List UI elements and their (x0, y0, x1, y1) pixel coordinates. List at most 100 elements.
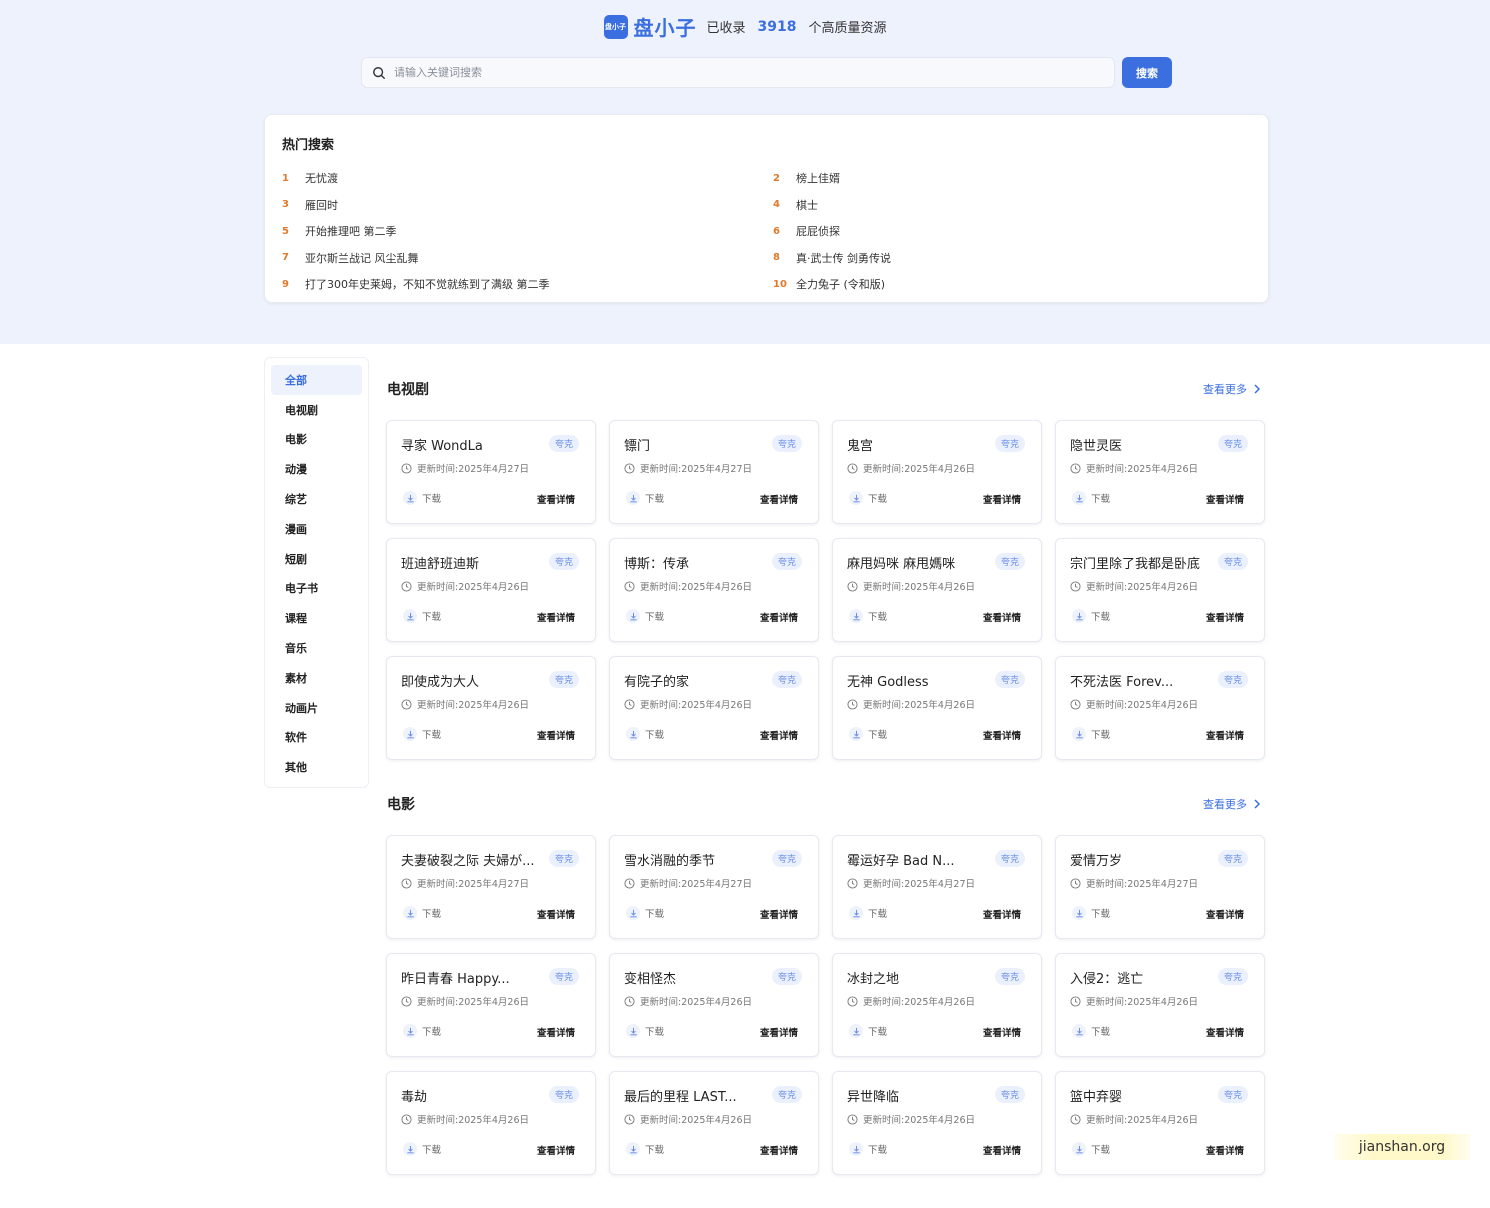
card-title[interactable]: 雪水消融的季节 (624, 850, 715, 869)
card-title[interactable]: 最后的里程 LAST... (624, 1086, 737, 1105)
resource-card[interactable]: 变相怪杰 夸克 更新时间: 2025年4月26日 下载 查看详情 (609, 953, 819, 1057)
hot-search-text[interactable]: 棋士 (796, 197, 818, 213)
card-title[interactable]: 即使成为大人 (401, 671, 479, 690)
search-button[interactable]: 搜索 (1122, 57, 1172, 88)
view-details-button[interactable]: 查看详情 (1206, 610, 1244, 624)
download-button[interactable]: 下载 (849, 609, 887, 623)
hot-search-item[interactable]: 1 无忧渡 (282, 165, 550, 192)
brand-name[interactable]: 盘小子 (634, 12, 697, 41)
hot-search-text[interactable]: 屁屁侦探 (796, 223, 840, 239)
resource-card[interactable]: 寻家 WondLa 夸克 更新时间: 2025年4月27日 下载 查看详情 (386, 420, 596, 524)
download-button[interactable]: 下载 (1072, 906, 1110, 920)
view-details-button[interactable]: 查看详情 (537, 492, 575, 506)
search-input[interactable] (394, 66, 1074, 79)
card-title[interactable]: 博斯：传承 (624, 553, 689, 572)
download-button[interactable]: 下载 (403, 906, 441, 920)
card-title[interactable]: 篮中弃婴 (1070, 1086, 1122, 1105)
download-button[interactable]: 下载 (626, 1142, 664, 1156)
hot-search-text[interactable]: 无忧渡 (305, 170, 338, 186)
view-details-button[interactable]: 查看详情 (760, 1025, 798, 1039)
sidebar-item[interactable]: 电子书 (271, 574, 362, 604)
brand-logo-icon[interactable]: 盘小子 (603, 14, 628, 39)
resource-card[interactable]: 冰封之地 夸克 更新时间: 2025年4月26日 下载 查看详情 (832, 953, 1042, 1057)
hot-search-text[interactable]: 开始推理吧 第二季 (305, 223, 397, 239)
sidebar-item[interactable]: 全部 (271, 365, 362, 395)
resource-card[interactable]: 不死法医 Forev... 夸克 更新时间: 2025年4月26日 下载 查看详情 (1055, 656, 1265, 760)
download-button[interactable]: 下载 (626, 727, 664, 741)
download-button[interactable]: 下载 (626, 1024, 664, 1038)
card-title[interactable]: 无神 Godless (847, 671, 929, 690)
card-title[interactable]: 爱情万岁 (1070, 850, 1122, 869)
download-button[interactable]: 下载 (403, 1142, 441, 1156)
hot-search-item[interactable]: 8 真·武士传 剑勇传说 (773, 245, 891, 272)
view-details-button[interactable]: 查看详情 (1206, 492, 1244, 506)
card-title[interactable]: 镖门 (624, 435, 650, 454)
view-details-button[interactable]: 查看详情 (1206, 1025, 1244, 1039)
hot-search-text[interactable]: 亚尔斯兰战记 风尘乱舞 (305, 250, 419, 266)
card-title[interactable]: 麻甩妈咪 麻甩媽咪 (847, 553, 955, 572)
card-title[interactable]: 夫妻破裂之际 夫婦が... (401, 850, 535, 869)
sidebar-item[interactable]: 课程 (271, 603, 362, 633)
download-button[interactable]: 下载 (1072, 1142, 1110, 1156)
resource-card[interactable]: 即使成为大人 夸克 更新时间: 2025年4月26日 下载 查看详情 (386, 656, 596, 760)
resource-card[interactable]: 霉运好孕 Bad N... 夸克 更新时间: 2025年4月27日 下载 查看详情 (832, 835, 1042, 939)
hot-search-item[interactable]: 6 屁屁侦探 (773, 218, 891, 245)
sidebar-item[interactable]: 软件 (271, 723, 362, 753)
sidebar-item[interactable]: 音乐 (271, 633, 362, 663)
hot-search-item[interactable]: 10 全力兔子 (令和版) (773, 271, 891, 298)
download-button[interactable]: 下载 (849, 906, 887, 920)
download-button[interactable]: 下载 (403, 491, 441, 505)
resource-card[interactable]: 班迪舒班迪斯 夸克 更新时间: 2025年4月26日 下载 查看详情 (386, 538, 596, 642)
card-title[interactable]: 毒劫 (401, 1086, 427, 1105)
view-more-movie-link[interactable]: 查看更多 (1203, 796, 1261, 812)
download-button[interactable]: 下载 (626, 491, 664, 505)
view-details-button[interactable]: 查看详情 (983, 1025, 1021, 1039)
view-details-button[interactable]: 查看详情 (537, 1143, 575, 1157)
hot-search-item[interactable]: 5 开始推理吧 第二季 (282, 218, 550, 245)
card-title[interactable]: 异世降临 (847, 1086, 899, 1105)
resource-card[interactable]: 夫妻破裂之际 夫婦が... 夸克 更新时间: 2025年4月27日 下载 查看详情 (386, 835, 596, 939)
hot-search-text[interactable]: 真·武士传 剑勇传说 (796, 250, 891, 266)
download-button[interactable]: 下载 (849, 491, 887, 505)
sidebar-item[interactable]: 综艺 (271, 484, 362, 514)
card-title[interactable]: 寻家 WondLa (401, 435, 483, 454)
view-details-button[interactable]: 查看详情 (983, 728, 1021, 742)
download-button[interactable]: 下载 (849, 1024, 887, 1038)
resource-card[interactable]: 篮中弃婴 夸克 更新时间: 2025年4月26日 下载 查看详情 (1055, 1071, 1265, 1175)
resource-card[interactable]: 毒劫 夸克 更新时间: 2025年4月26日 下载 查看详情 (386, 1071, 596, 1175)
download-button[interactable]: 下载 (849, 1142, 887, 1156)
view-details-button[interactable]: 查看详情 (760, 492, 798, 506)
sidebar-item[interactable]: 电视剧 (271, 395, 362, 425)
card-title[interactable]: 不死法医 Forev... (1070, 671, 1173, 690)
card-title[interactable]: 宗门里除了我都是卧底 (1070, 553, 1200, 572)
card-title[interactable]: 鬼宫 (847, 435, 873, 454)
hot-search-text[interactable]: 打了300年史莱姆，不知不觉就练到了满级 第二季 (305, 276, 550, 292)
hot-search-item[interactable]: 7 亚尔斯兰战记 风尘乱舞 (282, 245, 550, 272)
sidebar-item[interactable]: 短剧 (271, 544, 362, 574)
download-button[interactable]: 下载 (626, 609, 664, 623)
card-title[interactable]: 昨日青春 Happy... (401, 968, 510, 987)
resource-card[interactable]: 雪水消融的季节 夸克 更新时间: 2025年4月27日 下载 查看详情 (609, 835, 819, 939)
hot-search-item[interactable]: 9 打了300年史莱姆，不知不觉就练到了满级 第二季 (282, 271, 550, 298)
sidebar-item[interactable]: 动画片 (271, 693, 362, 723)
download-button[interactable]: 下载 (626, 906, 664, 920)
hot-search-text[interactable]: 全力兔子 (令和版) (796, 276, 885, 292)
card-title[interactable]: 冰封之地 (847, 968, 899, 987)
download-button[interactable]: 下载 (1072, 1024, 1110, 1038)
view-details-button[interactable]: 查看详情 (760, 1143, 798, 1157)
card-title[interactable]: 变相怪杰 (624, 968, 676, 987)
download-button[interactable]: 下载 (403, 609, 441, 623)
view-details-button[interactable]: 查看详情 (1206, 728, 1244, 742)
view-details-button[interactable]: 查看详情 (760, 728, 798, 742)
sidebar-item[interactable]: 素材 (271, 663, 362, 693)
hot-search-text[interactable]: 雁回时 (305, 197, 338, 213)
resource-card[interactable]: 入侵2：逃亡 夸克 更新时间: 2025年4月26日 下载 查看详情 (1055, 953, 1265, 1057)
resource-card[interactable]: 宗门里除了我都是卧底 夸克 更新时间: 2025年4月26日 下载 查看详情 (1055, 538, 1265, 642)
view-details-button[interactable]: 查看详情 (983, 492, 1021, 506)
view-details-button[interactable]: 查看详情 (760, 610, 798, 624)
hot-search-item[interactable]: 3 雁回时 (282, 192, 550, 219)
card-title[interactable]: 有院子的家 (624, 671, 689, 690)
view-details-button[interactable]: 查看详情 (760, 907, 798, 921)
card-title[interactable]: 入侵2：逃亡 (1070, 968, 1143, 987)
resource-card[interactable]: 昨日青春 Happy... 夸克 更新时间: 2025年4月26日 下载 查看详情 (386, 953, 596, 1057)
